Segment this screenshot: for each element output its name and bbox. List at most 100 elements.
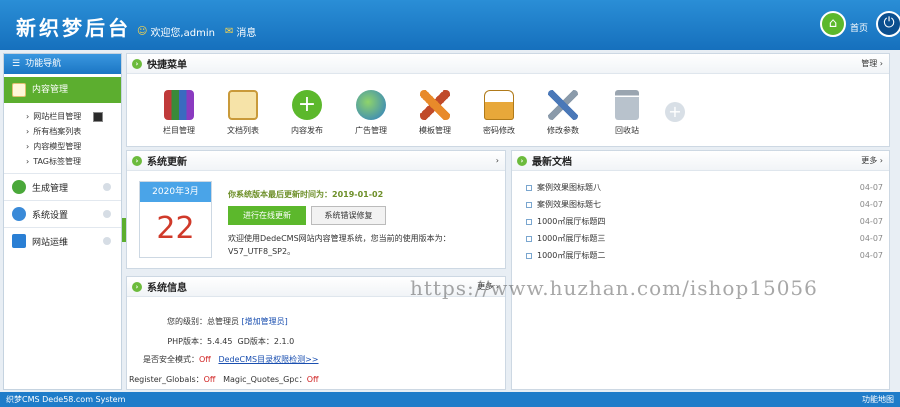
- latest-docs-header: › 最新文档 更多 ›: [512, 151, 889, 171]
- sidebar-item-content[interactable]: 内容管理: [4, 77, 121, 103]
- submenu-label: 内容模型管理: [33, 142, 82, 151]
- doc-title[interactable]: 案例效果图标题八: [537, 182, 601, 193]
- info-row-safe: 是否安全模式： Off DedeCMS目录权限检测>>: [127, 349, 319, 369]
- list-item[interactable]: 1000㎡展厅标题四 04-07: [512, 213, 889, 230]
- sidebar-item-generate[interactable]: 生成管理: [4, 173, 121, 200]
- online-update-button[interactable]: 进行在线更新: [228, 206, 306, 225]
- info-label: 是否安全模式：: [143, 354, 199, 364]
- globe-icon: [356, 90, 386, 120]
- quick-item-publish[interactable]: + 内容发布: [275, 90, 339, 136]
- note-icon: [12, 83, 26, 97]
- doc-date: 04-07: [859, 234, 883, 243]
- quick-icons: 栏目管理 文档列表 + 内容发布 广告管理 模板管理 密码修改 修改参数 回收站 …: [127, 74, 889, 136]
- books-icon: [164, 90, 194, 120]
- bullet-icon: [526, 184, 532, 191]
- quick-item-label: 广告管理: [355, 126, 387, 135]
- sidebar-item-label: 系统设置: [32, 210, 69, 221]
- more-label: 更多: [861, 156, 878, 165]
- sidebar-submenu: › 网站栏目管理 › 所有档案列表 › 内容模型管理 › TAG标签管理: [4, 103, 121, 173]
- tools-icon: [548, 90, 578, 120]
- permission-check-link[interactable]: DedeCMS目录权限检测>>: [218, 354, 318, 365]
- notepad-icon: [228, 90, 258, 120]
- quick-item-recycle[interactable]: 回收站: [595, 90, 659, 136]
- submenu-label: TAG标签管理: [33, 157, 81, 166]
- add-shortcut-icon[interactable]: +: [665, 102, 685, 122]
- sidebar-item-label: 内容管理: [32, 85, 69, 95]
- info-label: Magic_Quotes_Gpc：: [223, 374, 307, 384]
- home-icon[interactable]: ⌂: [820, 11, 846, 37]
- quick-item-columns[interactable]: 栏目管理: [147, 90, 211, 136]
- info-value: 5.4.45: [207, 336, 233, 346]
- panel-title: 最新文档: [532, 157, 572, 168]
- sidebar-title: 功能导航: [25, 59, 62, 69]
- watermark: https://www.huzhan.com/ishop15056: [410, 276, 818, 300]
- info-row-globals: Register_Globals： Off Magic_Quotes_Gpc： …: [129, 369, 319, 389]
- submenu-item-tags[interactable]: › TAG标签管理: [26, 154, 121, 169]
- info-value: 总管理员: [207, 316, 239, 326]
- home-link[interactable]: 首页: [850, 21, 868, 34]
- info-value: Off: [203, 374, 216, 384]
- messages-text: 消息: [236, 28, 257, 39]
- submenu-label: 所有档案列表: [33, 127, 82, 136]
- doc-date: 04-07: [859, 251, 883, 260]
- list-item[interactable]: 案例效果图标题七 04-07: [512, 196, 889, 213]
- info-label: GD版本：: [237, 336, 274, 346]
- quick-item-label: 内容发布: [291, 126, 323, 135]
- quick-item-params[interactable]: 修改参数: [531, 90, 595, 136]
- quick-item-label: 修改参数: [547, 126, 579, 135]
- submenu-label: 网站栏目管理: [33, 112, 82, 121]
- expand-link[interactable]: ›: [496, 156, 499, 165]
- bullet-icon: [526, 235, 532, 242]
- doc-title[interactable]: 1000㎡展厅标题四: [537, 216, 605, 227]
- doc-title[interactable]: 1000㎡展厅标题二: [537, 250, 605, 261]
- quick-item-password[interactable]: 密码修改: [467, 90, 531, 136]
- lock-icon: [484, 90, 514, 120]
- info-label: Register_Globals：: [129, 374, 204, 384]
- sidebar: ☰ 功能导航 内容管理 › 网站栏目管理 › 所有档案列表 › 内容模型管理 › TAG标…: [3, 53, 122, 390]
- user-icon: ☺: [137, 26, 148, 37]
- list-item[interactable]: 案例效果图标题八 04-07: [512, 179, 889, 196]
- power-icon[interactable]: ⏻: [876, 11, 900, 37]
- sidebar-item-label: 生成管理: [32, 183, 69, 194]
- info-label: PHP版本：: [167, 336, 207, 346]
- doc-date: 04-07: [859, 200, 883, 209]
- quick-item-templates[interactable]: 模板管理: [403, 90, 467, 136]
- sidebar-item-ops[interactable]: 网站运维: [4, 227, 121, 254]
- chevron-icon: [103, 183, 111, 191]
- list-item[interactable]: 1000㎡展厅标题二 04-07: [512, 247, 889, 264]
- doc-date: 04-07: [859, 183, 883, 192]
- calendar-day: 22: [156, 211, 195, 246]
- chevron-icon: [103, 237, 111, 245]
- doc-title[interactable]: 1000㎡展厅标题三: [537, 233, 605, 244]
- list-item[interactable]: 1000㎡展厅标题三 04-07: [512, 230, 889, 247]
- manage-link[interactable]: 管理 ›: [861, 58, 883, 69]
- footer: 织梦CMS Dede58.com System 功能地图: [0, 392, 900, 407]
- footer-left: 织梦CMS Dede58.com System: [6, 395, 126, 404]
- add-admin-link[interactable]: [增加管理员]: [242, 316, 288, 327]
- repair-button[interactable]: 系统错误修复: [311, 206, 386, 225]
- more-link[interactable]: 更多 ›: [861, 155, 883, 166]
- messages-link[interactable]: ✉ 消息: [225, 24, 256, 39]
- submenu-item-columns[interactable]: › 网站栏目管理: [26, 109, 121, 124]
- latest-docs-panel: › 最新文档 更多 › 案例效果图标题八 04-07 案例效果图标题七 04-07 …: [511, 150, 890, 390]
- quick-menu-header: › 快捷菜单 管理 ›: [127, 54, 889, 74]
- quick-item-ads[interactable]: 广告管理: [339, 90, 403, 136]
- submenu-item-models[interactable]: › 内容模型管理: [26, 139, 121, 154]
- sidebar-item-settings[interactable]: 系统设置: [4, 200, 121, 227]
- welcome-link[interactable]: ☺ 欢迎您,admin: [137, 24, 215, 39]
- quick-item-label: 文档列表: [227, 126, 259, 135]
- info-value: Off: [199, 354, 211, 364]
- quick-item-doclist[interactable]: 文档列表: [211, 90, 275, 136]
- calendar-widget: 2020年3月 22: [139, 181, 212, 258]
- welcome-text: 欢迎您,admin: [150, 28, 215, 39]
- add-icon: +: [292, 90, 322, 120]
- doc-title[interactable]: 案例效果图标题七: [537, 199, 601, 210]
- quick-item-label: 密码修改: [483, 126, 515, 135]
- info-value: 2.1.0: [273, 336, 295, 346]
- arrow-icon: ›: [132, 58, 142, 69]
- arrow-icon: ›: [517, 155, 527, 166]
- quick-item-label: 栏目管理: [163, 126, 195, 135]
- site-map-link[interactable]: 功能地图: [862, 392, 894, 407]
- submenu-item-archives[interactable]: › 所有档案列表: [26, 124, 121, 139]
- grid-icon[interactable]: [93, 111, 104, 122]
